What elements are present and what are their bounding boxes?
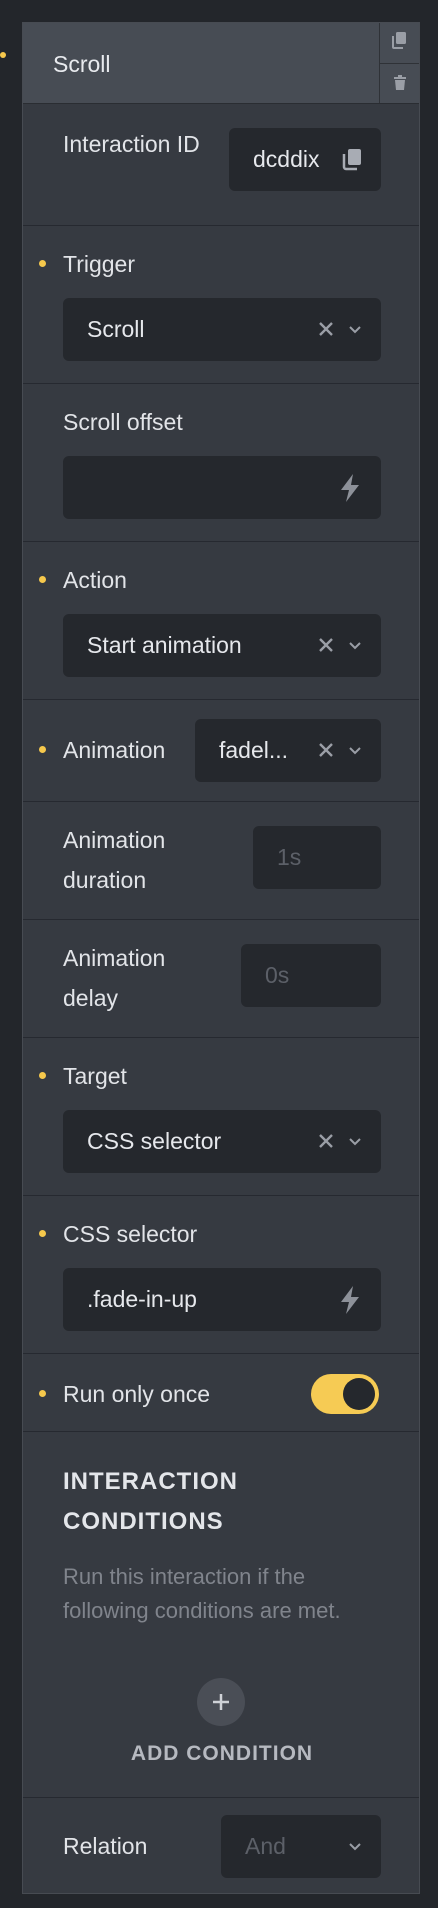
- trash-icon[interactable]: [390, 73, 410, 93]
- trigger-label: Trigger: [63, 251, 135, 277]
- relation-select[interactable]: And: [221, 1815, 381, 1878]
- css-selector-row: CSS selector .fade-in-up: [23, 1196, 419, 1354]
- animation-value: fadel...: [219, 737, 289, 763]
- run-only-once-row: Run only once: [23, 1354, 419, 1432]
- copy-icon[interactable]: [390, 30, 410, 50]
- run-only-once-label: Run only once: [63, 1381, 211, 1407]
- action-row: Action Start animation: [23, 542, 419, 700]
- clipboard-icon[interactable]: [341, 147, 363, 171]
- modified-dot: [39, 746, 46, 753]
- relation-placeholder: And: [245, 1833, 286, 1859]
- bolt-icon[interactable]: [335, 1284, 365, 1316]
- target-row: Target CSS selector: [23, 1038, 419, 1196]
- modified-dot: [39, 1390, 46, 1397]
- chevron-down-icon[interactable]: [347, 1134, 363, 1150]
- toggle-knob: [343, 1378, 375, 1410]
- interaction-id-label: Interaction ID: [63, 131, 200, 157]
- trigger-select[interactable]: Scroll: [63, 298, 381, 361]
- outer-indicator-dot: [0, 52, 6, 58]
- action-value: Start animation: [87, 632, 242, 658]
- run-only-once-toggle[interactable]: [311, 1374, 379, 1414]
- animation-delay-row: Animation delay 0s: [23, 920, 419, 1038]
- animation-duration-label: Animation duration: [63, 827, 166, 893]
- action-label: Action: [63, 567, 127, 593]
- clear-icon[interactable]: [317, 636, 335, 654]
- css-selector-input[interactable]: .fade-in-up: [63, 1268, 381, 1331]
- target-label: Target: [63, 1063, 127, 1089]
- relation-label: Relation: [63, 1833, 148, 1859]
- target-value: CSS selector: [87, 1128, 222, 1154]
- clear-icon[interactable]: [317, 1132, 335, 1150]
- scroll-offset-input[interactable]: [63, 456, 381, 519]
- modified-dot: [39, 1072, 46, 1079]
- scroll-offset-row: Scroll offset: [23, 384, 419, 542]
- trigger-row: Trigger Scroll: [23, 226, 419, 384]
- header-actions: [379, 23, 419, 103]
- interaction-header[interactable]: Scroll: [23, 23, 419, 104]
- add-condition-plus-button[interactable]: [197, 1678, 245, 1726]
- plus-icon: [213, 1694, 229, 1710]
- relation-row: Relation And: [23, 1798, 419, 1896]
- modified-dot: [39, 260, 46, 267]
- target-select[interactable]: CSS selector: [63, 1110, 381, 1173]
- interaction-id-row: Interaction ID dcddix: [23, 104, 419, 226]
- interaction-conditions-section: INTERACTION CONDITIONS Run this interact…: [23, 1432, 419, 1798]
- animation-label: Animation: [63, 737, 166, 763]
- interaction-id-value: dcddix: [253, 146, 320, 172]
- clear-icon[interactable]: [317, 320, 335, 338]
- interaction-conditions-description: Run this interaction if the following co…: [63, 1564, 341, 1623]
- animation-select[interactable]: fadel...: [195, 719, 381, 782]
- add-condition-button[interactable]: ADD CONDITION: [23, 1734, 421, 1774]
- interaction-title: Scroll: [53, 51, 111, 77]
- bolt-icon[interactable]: [335, 472, 365, 504]
- chevron-down-icon[interactable]: [347, 638, 363, 654]
- interaction-conditions-title: INTERACTION CONDITIONS: [63, 1468, 238, 1535]
- scroll-offset-label: Scroll offset: [63, 409, 183, 435]
- chevron-down-icon[interactable]: [347, 1839, 363, 1855]
- action-select[interactable]: Start animation: [63, 614, 381, 677]
- animation-delay-placeholder: 0s: [265, 962, 290, 988]
- css-selector-value: .fade-in-up: [87, 1286, 197, 1312]
- animation-duration-input[interactable]: 1s: [253, 826, 381, 889]
- animation-duration-placeholder: 1s: [277, 844, 302, 870]
- animation-row: Animation fadel...: [23, 700, 419, 802]
- chevron-down-icon[interactable]: [347, 322, 363, 338]
- animation-duration-row: Animation duration 1s: [23, 802, 419, 920]
- interaction-panel: Scroll Interaction ID dcddix Trigger Scr…: [22, 22, 420, 1894]
- header-actions-divider: [380, 63, 419, 64]
- clear-icon[interactable]: [317, 741, 335, 759]
- modified-dot: [39, 576, 46, 583]
- trigger-value: Scroll: [87, 316, 145, 342]
- modified-dot: [39, 1230, 46, 1237]
- chevron-down-icon[interactable]: [347, 743, 363, 759]
- animation-delay-label: Animation delay: [63, 945, 166, 1011]
- interaction-id-field[interactable]: dcddix: [229, 128, 381, 191]
- animation-delay-input[interactable]: 0s: [241, 944, 381, 1007]
- css-selector-label: CSS selector: [63, 1221, 198, 1247]
